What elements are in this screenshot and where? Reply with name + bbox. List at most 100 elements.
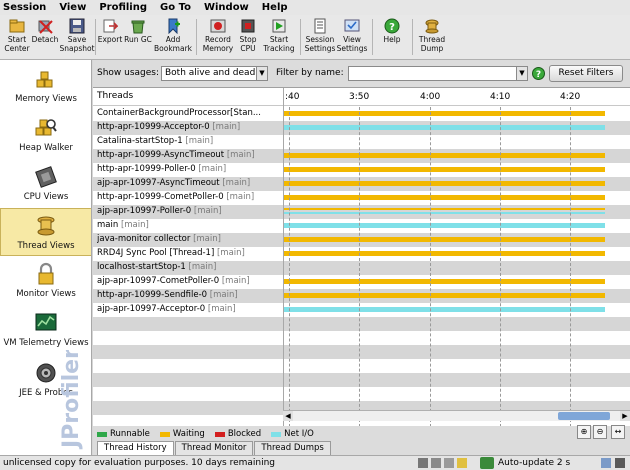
stop-cpu-button[interactable]: Stop CPU bbox=[236, 17, 260, 53]
toolbar-separator bbox=[412, 19, 413, 55]
table-row[interactable]: http-apr-10999-AsyncTimeout [main] bbox=[93, 149, 630, 163]
legend-net-io: Net I/O bbox=[271, 429, 314, 439]
thread-group: [main] bbox=[120, 220, 149, 230]
table-row[interactable]: http-apr-10999-Sendfile-0 [main] bbox=[93, 289, 630, 303]
thread-group: [main] bbox=[226, 150, 255, 160]
toolbar-separator bbox=[95, 19, 96, 55]
time-gridline bbox=[289, 107, 290, 426]
thread-state-bar bbox=[284, 307, 605, 312]
nav-cpu-views[interactable]: CPU Views bbox=[0, 160, 91, 208]
table-row[interactable]: ajp-apr-10997-Poller-0 [main] bbox=[93, 205, 630, 219]
tab-thread-dumps[interactable]: Thread Dumps bbox=[254, 441, 331, 455]
table-row[interactable]: java-monitor collector [main] bbox=[93, 233, 630, 247]
thread-views-icon bbox=[34, 214, 58, 238]
fit-to-window-icon[interactable]: ↔ bbox=[611, 425, 625, 439]
table-row[interactable]: ajp-apr-10997-Acceptor-0 [main] bbox=[93, 303, 630, 317]
table-row[interactable]: ContainerBackgroundProcessor[Stan... bbox=[93, 107, 630, 121]
menu-view[interactable]: View bbox=[59, 2, 86, 13]
run-gc-button[interactable]: Run GC bbox=[124, 17, 152, 44]
start-center-icon bbox=[8, 17, 26, 35]
session-settings-button[interactable]: Session Settings bbox=[304, 17, 336, 53]
save-snapshot-button[interactable]: Save Snapshot bbox=[59, 17, 95, 53]
zoom-out-icon[interactable]: ⊖ bbox=[593, 425, 607, 439]
menu-session[interactable]: Session bbox=[3, 2, 46, 13]
table-row[interactable]: ajp-apr-10997-CometPoller-0 [main] bbox=[93, 275, 630, 289]
nav-monitor-views[interactable]: Monitor Views bbox=[0, 257, 91, 305]
zoom-in-icon[interactable]: ⊕ bbox=[577, 425, 591, 439]
help-icon: ? bbox=[383, 17, 401, 35]
view-settings-button[interactable]: View Settings bbox=[336, 17, 368, 53]
threads-column-header[interactable]: Threads bbox=[97, 91, 133, 101]
table-row[interactable]: http-apr-10999-CometPoller-0 [main] bbox=[93, 191, 630, 205]
time-gridline bbox=[500, 107, 501, 426]
start-center-button[interactable]: Start Center bbox=[4, 17, 30, 53]
thread-state-bar bbox=[284, 251, 605, 256]
table-row[interactable]: main [main] bbox=[93, 219, 630, 233]
export-button[interactable]: Export bbox=[97, 17, 123, 44]
scrollbar-thumb[interactable] bbox=[558, 412, 610, 420]
save-snapshot-icon bbox=[68, 17, 86, 35]
legend-swatch bbox=[214, 431, 225, 437]
toolbar: Start Center Detach Save Snapshot Export… bbox=[0, 15, 630, 60]
stop-cpu-icon bbox=[239, 17, 257, 35]
start-tracking-button[interactable]: Start Tracking bbox=[263, 17, 295, 53]
help-button[interactable]: ? Help bbox=[380, 17, 404, 44]
empty-row bbox=[93, 331, 630, 345]
thread-name: ajp-apr-10997-Poller-0 [main] bbox=[97, 206, 283, 216]
thread-group: [main] bbox=[193, 206, 222, 216]
thread-state-bar bbox=[284, 237, 605, 242]
table-row[interactable]: localhost-startStop-1 [main] bbox=[93, 261, 630, 275]
table-row[interactable]: Catalina-startStop-1 [main] bbox=[93, 135, 630, 149]
thread-name: ContainerBackgroundProcessor[Stan... bbox=[97, 108, 283, 118]
menu-help[interactable]: Help bbox=[262, 2, 288, 13]
thread-name: ajp-apr-10997-AsyncTimeout [main] bbox=[97, 178, 283, 188]
nav-heap-walker[interactable]: Heap Walker bbox=[0, 111, 91, 159]
scroll-right-icon[interactable]: ▶ bbox=[620, 411, 630, 421]
thread-name-text: RRD4J Sync Pool [Thread-1] bbox=[97, 248, 215, 258]
thread-name-text: ajp-apr-10997-Poller-0 bbox=[97, 206, 192, 216]
thread-name: localhost-startStop-1 [main] bbox=[97, 262, 283, 272]
thread-group: [main] bbox=[185, 136, 214, 146]
thread-name-text: http-apr-10999-Sendfile-0 bbox=[97, 290, 208, 300]
thread-group: [main] bbox=[207, 304, 236, 314]
run-gc-icon bbox=[129, 17, 147, 35]
status-bar: unlicensed copy for evaluation purposes.… bbox=[0, 455, 630, 470]
filter-help-icon[interactable]: ? bbox=[532, 67, 545, 80]
nav-memory-views[interactable]: Memory Views bbox=[0, 62, 91, 110]
thread-name-text: localhost-startStop-1 bbox=[97, 262, 186, 272]
table-row[interactable]: RRD4J Sync Pool [Thread-1] [main] bbox=[93, 247, 630, 261]
reset-filters-button[interactable]: Reset Filters bbox=[549, 65, 623, 82]
menu-go-to[interactable]: Go To bbox=[160, 2, 191, 13]
column-divider[interactable] bbox=[283, 88, 284, 426]
time-tick: 3:50 bbox=[349, 92, 370, 102]
toolbar-separator bbox=[300, 19, 301, 55]
table-row[interactable]: http-apr-10999-Poller-0 [main] bbox=[93, 163, 630, 177]
timeline-scrollbar[interactable]: ◀ ▶ bbox=[283, 410, 630, 421]
thread-group: [main] bbox=[212, 122, 241, 132]
table-row[interactable]: http-apr-10999-Acceptor-0 [main] bbox=[93, 121, 630, 135]
nav-thread-views[interactable]: Thread Views bbox=[0, 208, 91, 256]
time-tick: 4:00 bbox=[420, 92, 441, 102]
time-tick: :40 bbox=[285, 92, 300, 102]
nav-vm-telemetry-views[interactable]: VM Telemetry Views bbox=[0, 306, 91, 354]
table-row[interactable]: ajp-apr-10997-AsyncTimeout [main] bbox=[93, 177, 630, 191]
cpu-status-icon bbox=[431, 458, 441, 468]
filter-by-name-input[interactable]: ▼ bbox=[348, 66, 528, 81]
menu-window[interactable]: Window bbox=[204, 2, 249, 13]
thread-name-text: ContainerBackgroundProcessor[Stan... bbox=[97, 108, 261, 118]
tab-thread-monitor[interactable]: Thread Monitor bbox=[174, 441, 254, 455]
detach-button[interactable]: Detach bbox=[32, 17, 58, 44]
scroll-left-icon[interactable]: ◀ bbox=[283, 411, 293, 421]
auto-update-label[interactable]: Auto-update 2 s bbox=[498, 458, 570, 468]
auto-update-icon[interactable] bbox=[480, 457, 494, 469]
show-usages-select[interactable]: Both alive and dead ▼ bbox=[161, 66, 268, 81]
tab-thread-history[interactable]: Thread History bbox=[97, 441, 174, 455]
thread-group: [main] bbox=[193, 234, 221, 244]
record-memory-button[interactable]: Record Memory bbox=[201, 17, 235, 53]
menu-profiling[interactable]: Profiling bbox=[99, 2, 147, 13]
cpu-views-icon bbox=[34, 165, 58, 189]
add-bookmark-button[interactable]: Add Bookmark bbox=[154, 17, 192, 53]
empty-row bbox=[93, 387, 630, 401]
thread-dump-button[interactable]: Thread Dump bbox=[417, 17, 447, 53]
thread-group: [main] bbox=[198, 164, 227, 174]
